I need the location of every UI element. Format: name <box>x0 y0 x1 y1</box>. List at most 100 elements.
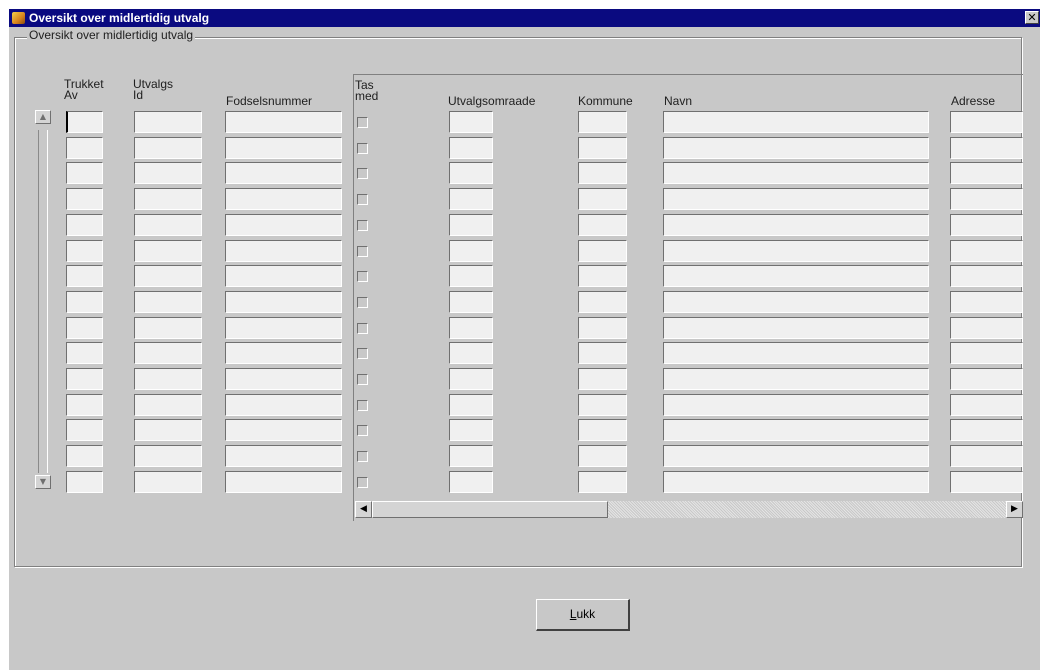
utvalgsomraade-field[interactable] <box>449 265 493 287</box>
vertical-scrollbar[interactable]: ▲ ▼ <box>34 110 52 493</box>
utvalgs-id-field[interactable] <box>134 342 202 364</box>
horizontal-scrollbar[interactable]: ◀ ▶ <box>355 501 1023 518</box>
utvalgs-id-field[interactable] <box>134 445 202 467</box>
trukket-av-field[interactable] <box>66 394 103 416</box>
adresse-field[interactable] <box>950 137 1023 159</box>
utvalgsomraade-field[interactable] <box>449 419 493 441</box>
adresse-field[interactable] <box>950 419 1023 441</box>
utvalgsomraade-field[interactable] <box>449 111 493 133</box>
utvalgs-id-field[interactable] <box>134 111 202 133</box>
adresse-field[interactable] <box>950 368 1023 390</box>
utvalgsomraade-field[interactable] <box>449 137 493 159</box>
utvalgsomraade-field[interactable] <box>449 394 493 416</box>
navn-field[interactable] <box>663 419 929 441</box>
fodselsnummer-field[interactable] <box>225 137 342 159</box>
fodselsnummer-field[interactable] <box>225 240 342 262</box>
kommune-field[interactable] <box>578 317 627 339</box>
utvalgs-id-field[interactable] <box>134 188 202 210</box>
fodselsnummer-field[interactable] <box>225 368 342 390</box>
utvalgs-id-field[interactable] <box>134 137 202 159</box>
kommune-field[interactable] <box>578 445 627 467</box>
fodselsnummer-field[interactable] <box>225 214 342 236</box>
navn-field[interactable] <box>663 342 929 364</box>
adresse-field[interactable] <box>950 265 1023 287</box>
utvalgs-id-field[interactable] <box>134 214 202 236</box>
tas-med-checkbox[interactable] <box>357 425 368 436</box>
navn-field[interactable] <box>663 240 929 262</box>
tas-med-checkbox[interactable] <box>357 220 368 231</box>
fodselsnummer-field[interactable] <box>225 162 342 184</box>
kommune-field[interactable] <box>578 394 627 416</box>
fodselsnummer-field[interactable] <box>225 111 342 133</box>
utvalgs-id-field[interactable] <box>134 265 202 287</box>
kommune-field[interactable] <box>578 162 627 184</box>
fodselsnummer-field[interactable] <box>225 471 342 493</box>
navn-field[interactable] <box>663 317 929 339</box>
fodselsnummer-field[interactable] <box>225 419 342 441</box>
tas-med-checkbox[interactable] <box>357 271 368 282</box>
utvalgsomraade-field[interactable] <box>449 342 493 364</box>
scroll-thumb[interactable] <box>372 501 608 518</box>
adresse-field[interactable] <box>950 214 1023 236</box>
trukket-av-field[interactable] <box>66 240 103 262</box>
utvalgs-id-field[interactable] <box>134 317 202 339</box>
trukket-av-field[interactable] <box>66 265 103 287</box>
trukket-av-field[interactable] <box>66 445 103 467</box>
fodselsnummer-field[interactable] <box>225 445 342 467</box>
tas-med-checkbox[interactable] <box>357 246 368 257</box>
utvalgsomraade-field[interactable] <box>449 214 493 236</box>
kommune-field[interactable] <box>578 471 627 493</box>
adresse-field[interactable] <box>950 162 1023 184</box>
adresse-field[interactable] <box>950 111 1023 133</box>
utvalgs-id-field[interactable] <box>134 471 202 493</box>
kommune-field[interactable] <box>578 342 627 364</box>
kommune-field[interactable] <box>578 240 627 262</box>
navn-field[interactable] <box>663 368 929 390</box>
fodselsnummer-field[interactable] <box>225 188 342 210</box>
trukket-av-field[interactable] <box>66 342 103 364</box>
trukket-av-field[interactable] <box>66 291 103 313</box>
adresse-field[interactable] <box>950 342 1023 364</box>
navn-field[interactable] <box>663 445 929 467</box>
navn-field[interactable] <box>663 265 929 287</box>
tas-med-checkbox[interactable] <box>357 323 368 334</box>
utvalgs-id-field[interactable] <box>134 291 202 313</box>
tas-med-checkbox[interactable] <box>357 477 368 488</box>
tas-med-checkbox[interactable] <box>357 374 368 385</box>
trukket-av-field[interactable] <box>66 162 103 184</box>
fodselsnummer-field[interactable] <box>225 394 342 416</box>
utvalgsomraade-field[interactable] <box>449 471 493 493</box>
close-button[interactable]: ✕ <box>1025 11 1039 24</box>
trukket-av-field[interactable] <box>66 111 103 133</box>
trukket-av-field[interactable] <box>66 471 103 493</box>
trukket-av-field[interactable] <box>66 188 103 210</box>
utvalgs-id-field[interactable] <box>134 368 202 390</box>
scroll-track[interactable] <box>38 130 48 473</box>
scroll-left-button[interactable]: ◀ <box>355 501 372 518</box>
navn-field[interactable] <box>663 137 929 159</box>
kommune-field[interactable] <box>578 188 627 210</box>
scroll-up-button[interactable]: ▲ <box>35 110 51 124</box>
navn-field[interactable] <box>663 111 929 133</box>
adresse-field[interactable] <box>950 291 1023 313</box>
kommune-field[interactable] <box>578 214 627 236</box>
adresse-field[interactable] <box>950 394 1023 416</box>
kommune-field[interactable] <box>578 368 627 390</box>
navn-field[interactable] <box>663 394 929 416</box>
utvalgsomraade-field[interactable] <box>449 317 493 339</box>
kommune-field[interactable] <box>578 111 627 133</box>
adresse-field[interactable] <box>950 188 1023 210</box>
utvalgs-id-field[interactable] <box>134 419 202 441</box>
utvalgs-id-field[interactable] <box>134 394 202 416</box>
tas-med-checkbox[interactable] <box>357 194 368 205</box>
kommune-field[interactable] <box>578 265 627 287</box>
tas-med-checkbox[interactable] <box>357 348 368 359</box>
utvalgs-id-field[interactable] <box>134 240 202 262</box>
utvalgsomraade-field[interactable] <box>449 291 493 313</box>
tas-med-checkbox[interactable] <box>357 143 368 154</box>
fodselsnummer-field[interactable] <box>225 291 342 313</box>
utvalgsomraade-field[interactable] <box>449 188 493 210</box>
trukket-av-field[interactable] <box>66 317 103 339</box>
navn-field[interactable] <box>663 291 929 313</box>
tas-med-checkbox[interactable] <box>357 117 368 128</box>
